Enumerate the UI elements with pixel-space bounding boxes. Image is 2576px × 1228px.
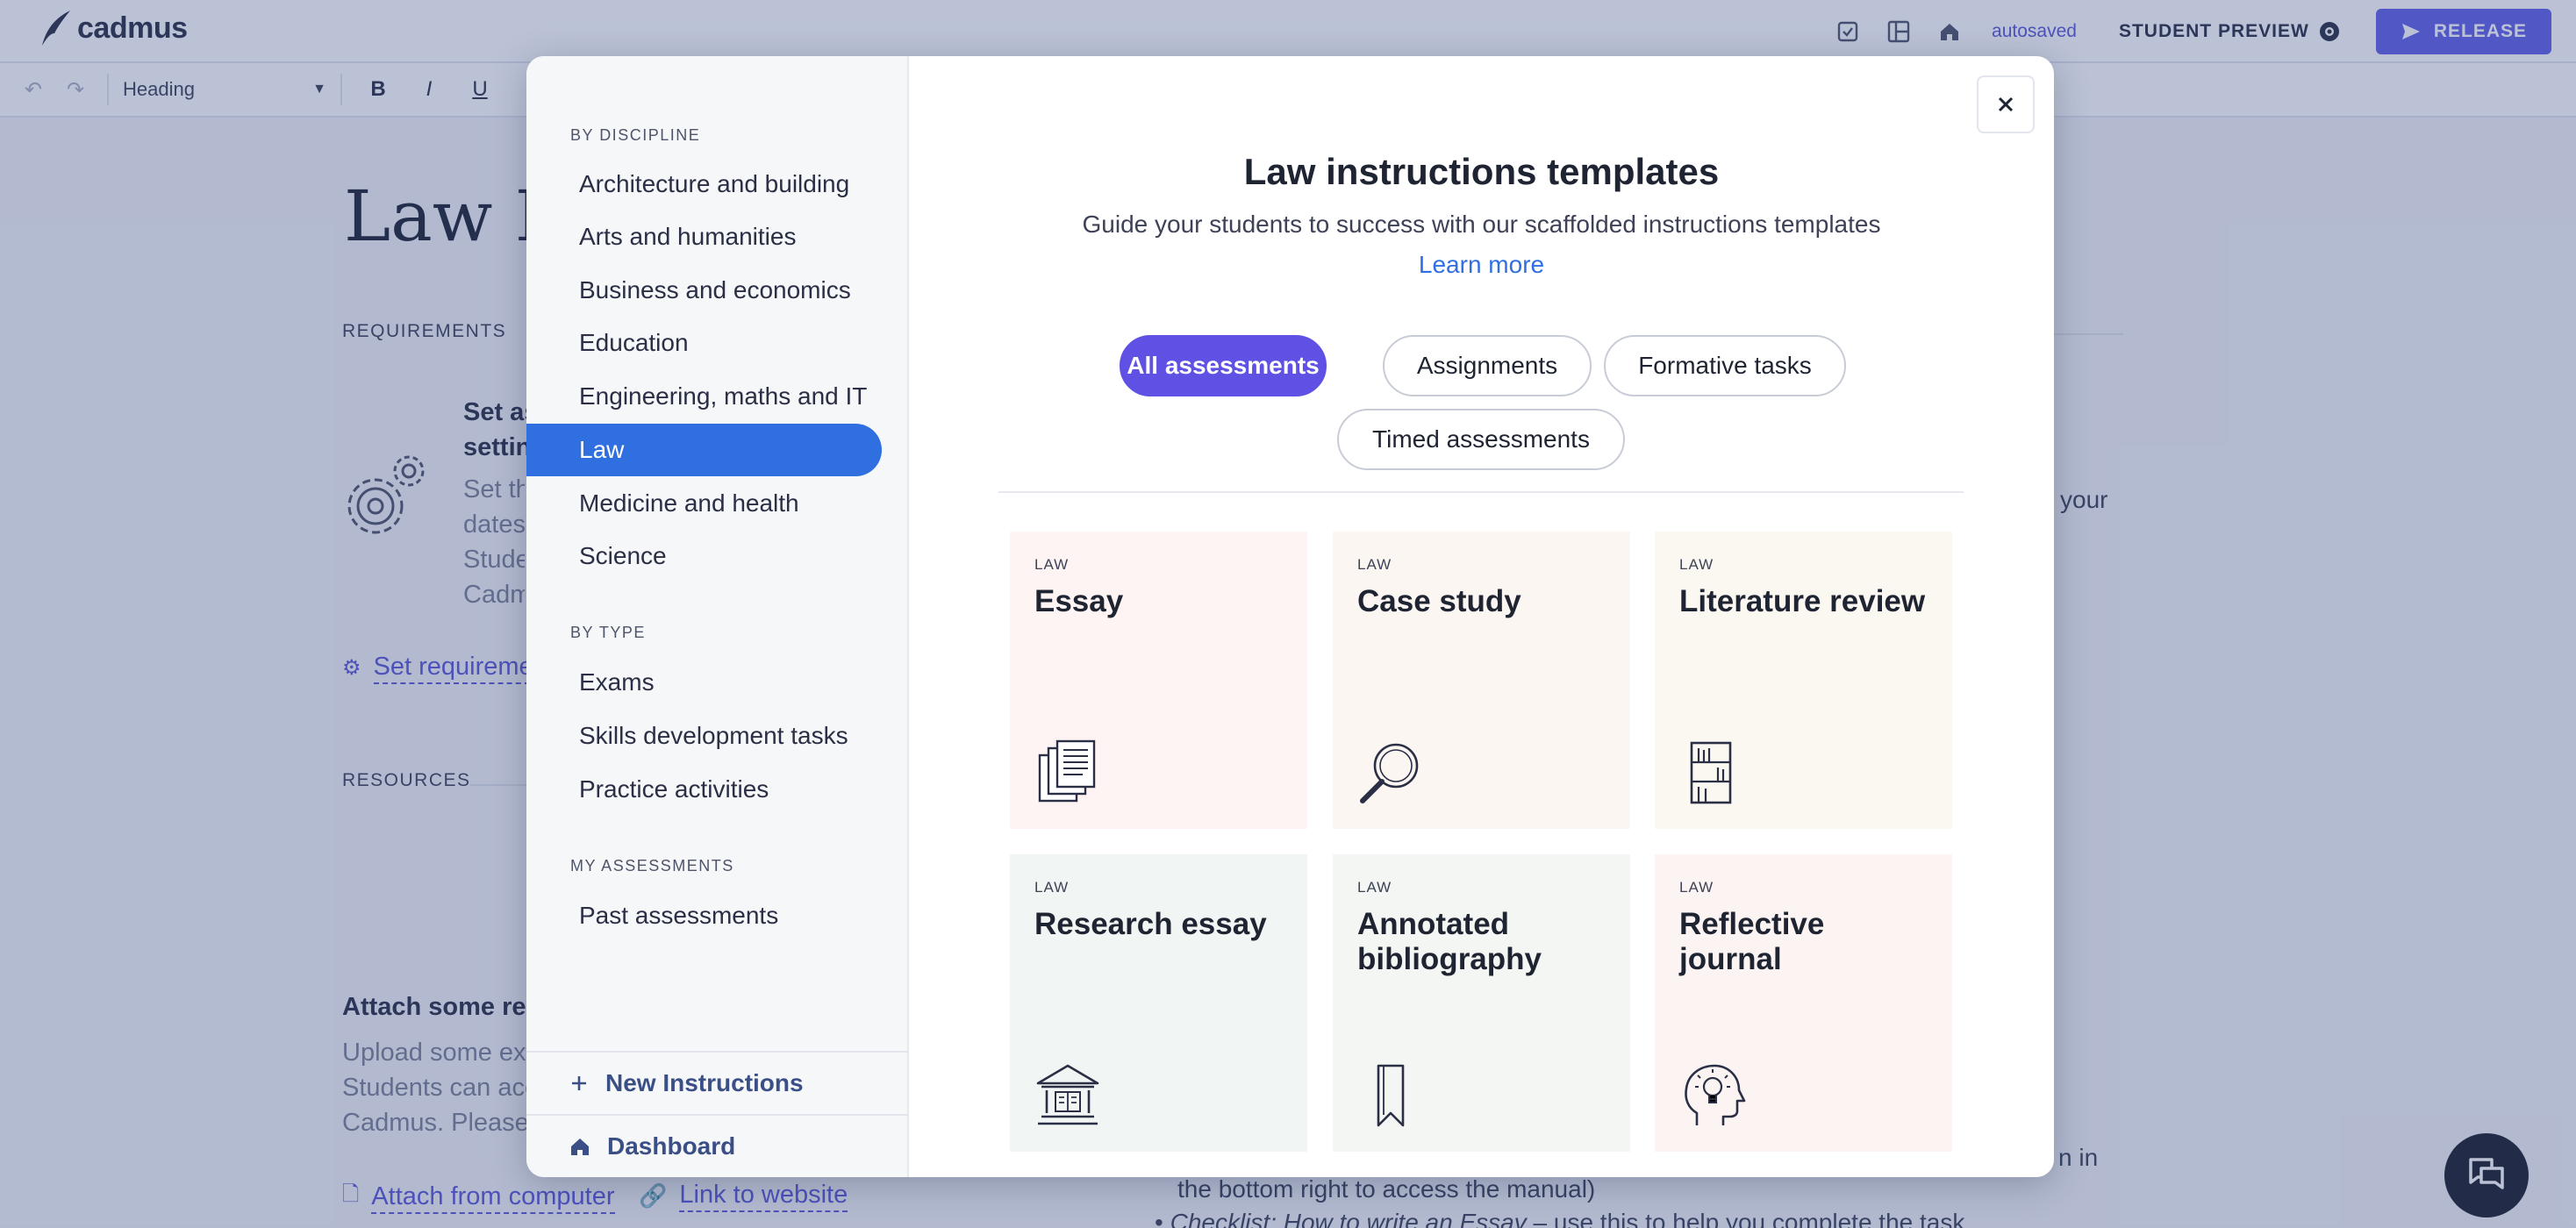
card-title: Research essay: [1034, 907, 1267, 941]
close-icon: [1998, 96, 2014, 112]
template-card-case-study[interactable]: LAW Case study: [1333, 532, 1630, 829]
sidebar-item-skills[interactable]: Skills development tasks: [526, 710, 882, 762]
learn-more-text[interactable]: Learn more: [1419, 251, 1544, 278]
card-discipline-tag: LAW: [1034, 879, 1070, 896]
learn-more-link: Learn more: [909, 251, 2054, 279]
bookshelf-icon: [1690, 741, 1732, 804]
card-discipline-tag: LAW: [1357, 879, 1392, 896]
template-card-literature-review[interactable]: LAW Literature review: [1655, 532, 1952, 829]
bookmark-icon: [1377, 1064, 1405, 1127]
plus-icon: [572, 1076, 586, 1090]
section-divider: [998, 491, 1964, 493]
sidebar-item-law[interactable]: Law: [526, 424, 882, 476]
card-title: Annotated bibliography: [1357, 907, 1542, 976]
template-card-annotated-bibliography[interactable]: LAW Annotated bibliography: [1333, 854, 1630, 1152]
sidebar-item-science[interactable]: Science: [526, 530, 882, 582]
sidebar-item-exams[interactable]: Exams: [526, 656, 882, 709]
sidebar-item-engineering[interactable]: Engineering, maths and IT: [526, 370, 882, 423]
templates-sidebar: BY DISCIPLINE Architecture and building …: [526, 56, 909, 1177]
filter-assignments[interactable]: Assignments: [1383, 335, 1592, 396]
sidebar-item-arts[interactable]: Arts and humanities: [526, 211, 882, 263]
templates-main: Law instructions templates Guide your st…: [909, 56, 2054, 1177]
modal-subtitle: Guide your students to success with our …: [1082, 211, 1881, 238]
type-heading: BY TYPE: [570, 624, 646, 641]
close-button[interactable]: [1977, 75, 2035, 133]
sidebar-item-medicine[interactable]: Medicine and health: [526, 477, 882, 530]
sidebar-item-education[interactable]: Education: [526, 317, 882, 369]
discipline-heading: BY DISCIPLINE: [570, 126, 701, 144]
sidebar-item-business[interactable]: Business and economics: [526, 264, 882, 317]
card-discipline-tag: LAW: [1679, 556, 1714, 573]
new-instructions-button[interactable]: New Instructions: [526, 1051, 909, 1114]
template-card-reflective-journal[interactable]: LAW Reflective journal: [1655, 854, 1952, 1152]
card-title: Literature review: [1679, 584, 1926, 618]
card-title: Case study: [1357, 584, 1521, 618]
card-title: Reflective journal: [1679, 907, 1825, 976]
card-discipline-tag: LAW: [1679, 879, 1714, 896]
magnifier-icon: [1360, 743, 1419, 803]
library-icon: [1036, 1064, 1099, 1125]
sidebar-item-past-assessments[interactable]: Past assessments: [526, 889, 882, 942]
filter-timed-assessments[interactable]: Timed assessments: [1337, 409, 1625, 470]
filter-all-assessments[interactable]: All assessments: [1120, 335, 1327, 396]
dashboard-label: Dashboard: [607, 1132, 736, 1160]
card-discipline-tag: LAW: [1357, 556, 1392, 573]
filter-formative-tasks[interactable]: Formative tasks: [1604, 335, 1846, 396]
lightbulb-head-icon: [1685, 1064, 1746, 1125]
new-instructions-label: New Instructions: [605, 1069, 804, 1096]
dashboard-button[interactable]: Dashboard: [526, 1114, 909, 1177]
templates-modal: BY DISCIPLINE Architecture and building …: [526, 56, 2054, 1177]
my-assessments-heading: MY ASSESSMENTS: [570, 857, 734, 875]
template-card-research-essay[interactable]: LAW Research essay: [1010, 854, 1307, 1152]
sidebar-item-practice[interactable]: Practice activities: [526, 763, 882, 816]
modal-title: Law instructions templates: [1243, 151, 1720, 192]
home-icon: [571, 1139, 589, 1155]
card-title: Essay: [1034, 584, 1124, 618]
template-card-essay[interactable]: LAW Essay: [1010, 532, 1307, 829]
sidebar-item-architecture[interactable]: Architecture and building: [526, 158, 882, 211]
card-discipline-tag: LAW: [1034, 556, 1070, 573]
documents-icon: [1038, 739, 1096, 803]
